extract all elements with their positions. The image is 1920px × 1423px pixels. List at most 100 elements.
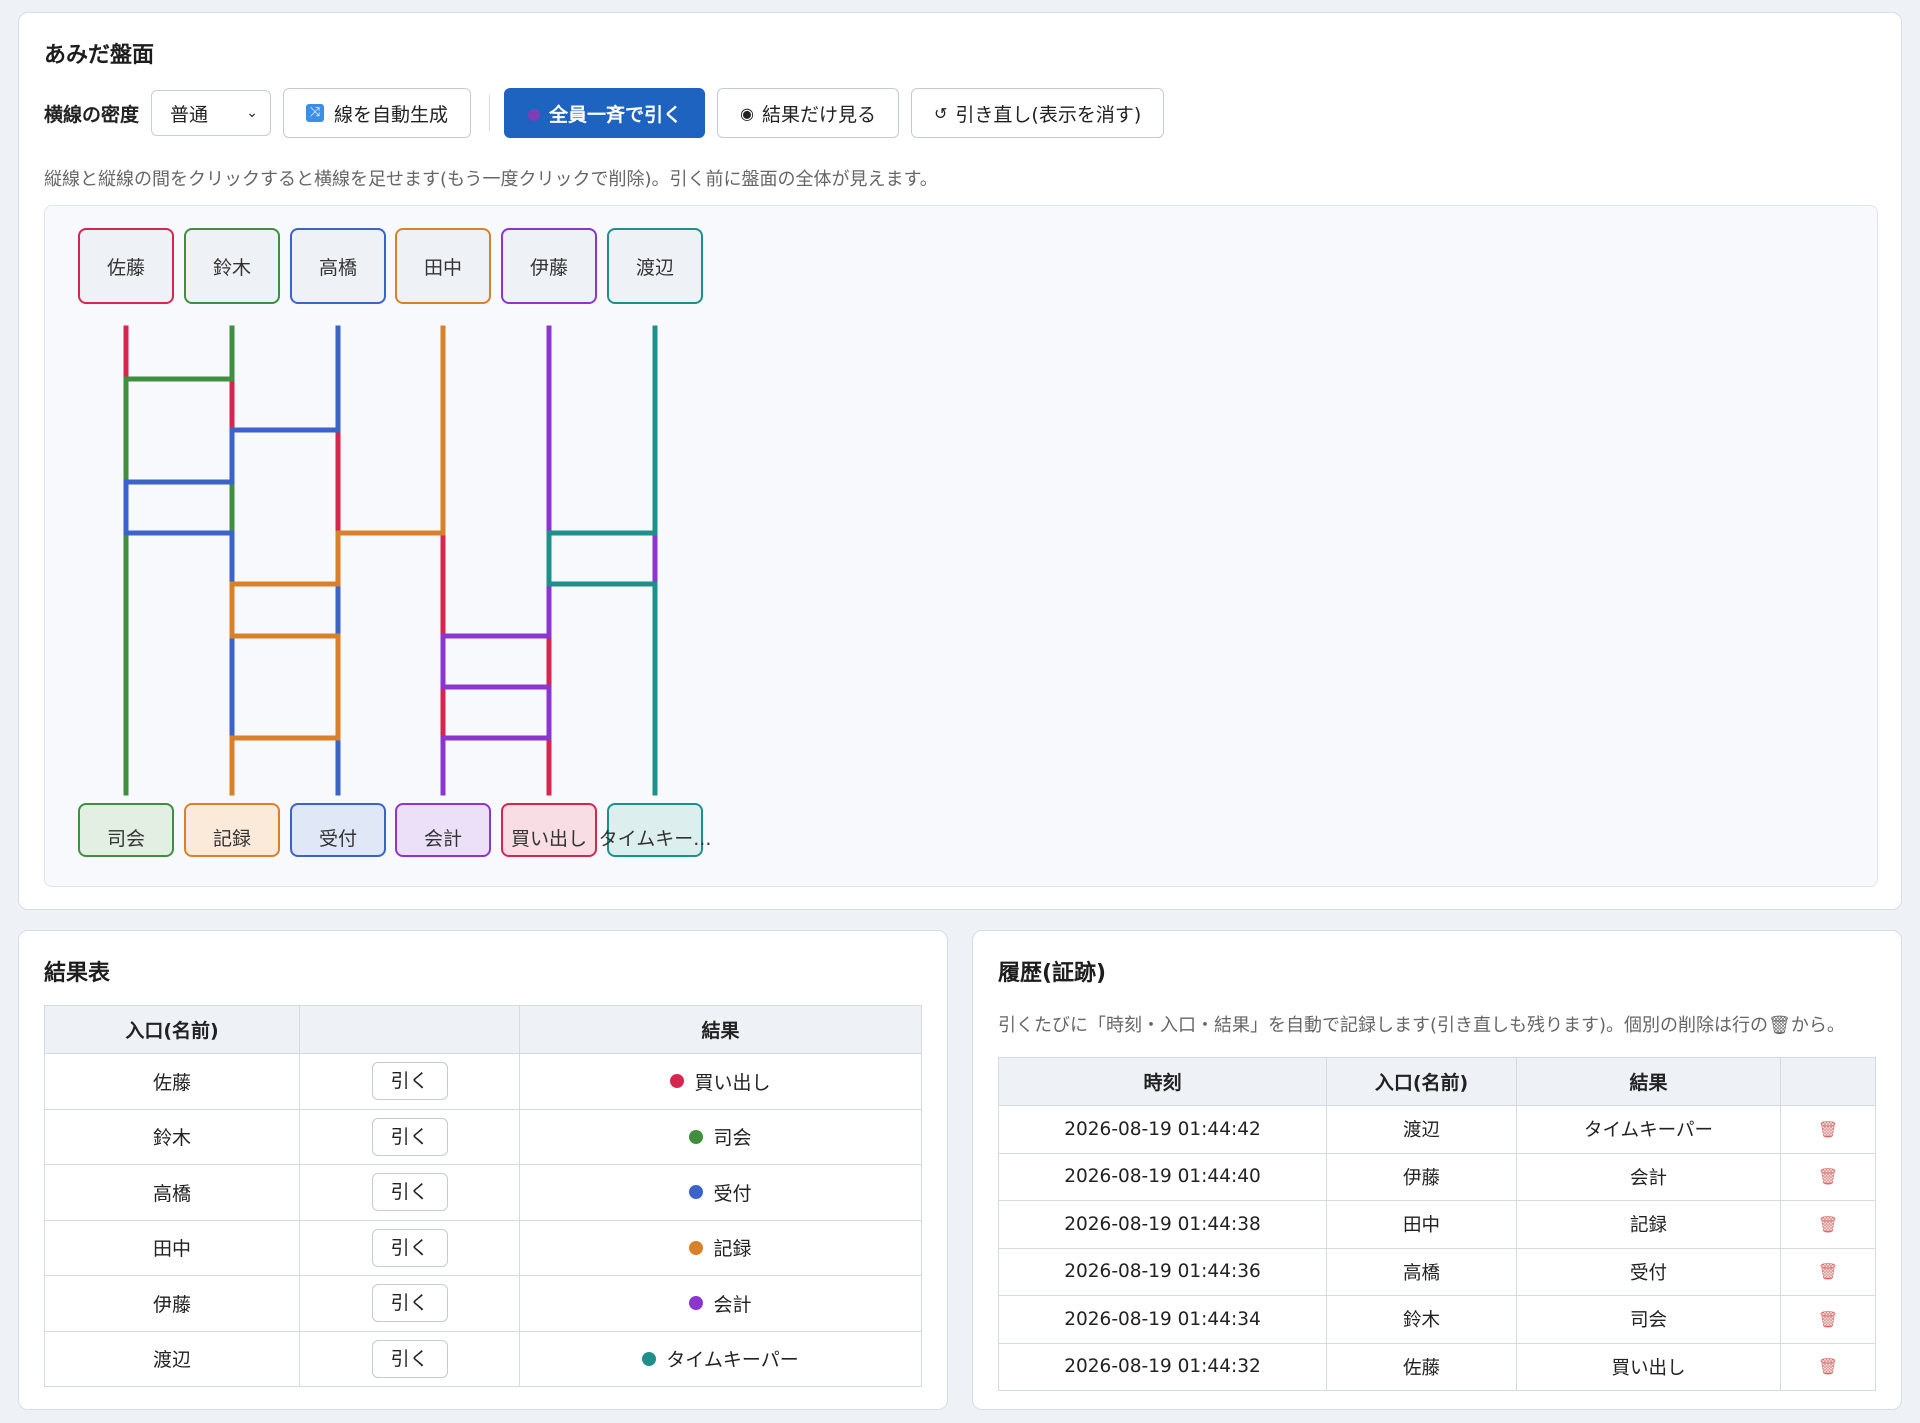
history-card: 履歴(証跡) 引くたびに「時刻・入口・結果」を自動で記録します(引き直しも残りま… bbox=[972, 930, 1902, 1410]
result-row-name: 高橋 bbox=[44, 1164, 300, 1221]
result-row-result: 受付 bbox=[519, 1164, 922, 1221]
chevron-down-icon: ⌄ bbox=[246, 105, 259, 121]
result-row-action: 引く bbox=[299, 1164, 520, 1221]
toolbar-divider bbox=[489, 95, 491, 131]
trash-icon[interactable]: 🗑 bbox=[1818, 1167, 1838, 1186]
density-label: 横線の密度 bbox=[44, 103, 140, 126]
result-row-result: 会計 bbox=[519, 1275, 922, 1332]
trash-icon[interactable]: 🗑 bbox=[1818, 1310, 1838, 1329]
result-header-result: 結果 bbox=[519, 1005, 922, 1054]
result-label-box: 受付 bbox=[290, 803, 386, 857]
draw-all-button[interactable]: ● 全員一斉で引く bbox=[504, 88, 706, 138]
history-row-actions: 🗑 bbox=[1780, 1247, 1876, 1296]
result-row-name: 鈴木 bbox=[44, 1108, 300, 1165]
amida-board[interactable]: 佐藤 鈴木 高橋 田中 伊藤 渡辺司会 記録 受付 会計 買い出し タイムキー... bbox=[44, 205, 1878, 887]
result-color-dot bbox=[689, 1240, 704, 1255]
result-label-box: 買い出し bbox=[501, 803, 597, 857]
trash-icon[interactable]: 🗑 bbox=[1818, 1120, 1838, 1139]
draw-button[interactable]: 引く bbox=[371, 1228, 448, 1267]
history-row-result: 司会 bbox=[1516, 1295, 1781, 1344]
result-row-name: 伊藤 bbox=[44, 1275, 300, 1332]
show-results-button[interactable]: ◉ 結果だけ見る bbox=[717, 88, 899, 138]
history-row-name: 高橋 bbox=[1326, 1247, 1517, 1296]
result-header-action bbox=[299, 1005, 520, 1054]
history-row-result: 買い出し bbox=[1516, 1342, 1781, 1391]
board-hint: 縦線と縦線の間をクリックすると横線を足せます(もう一度クリックで削除)。引く前に… bbox=[44, 169, 938, 190]
history-row-name: 佐藤 bbox=[1326, 1342, 1517, 1391]
draw-button[interactable]: 引く bbox=[371, 1173, 448, 1212]
history-row-actions: 🗑 bbox=[1780, 1342, 1876, 1391]
history-row-time: 2026-08-19 01:44:32 bbox=[998, 1342, 1327, 1391]
result-row-result-label: 受付 bbox=[713, 1182, 752, 1205]
history-row-actions: 🗑 bbox=[1780, 1152, 1876, 1201]
history-row-time: 2026-08-19 01:44:34 bbox=[998, 1295, 1327, 1344]
history-row-result: 受付 bbox=[1516, 1247, 1781, 1296]
density-select-value: 普通 bbox=[170, 103, 209, 126]
participant-name-box[interactable]: 鈴木 bbox=[184, 228, 280, 304]
result-row-name: 渡辺 bbox=[44, 1330, 300, 1387]
result-row-result: 記録 bbox=[519, 1219, 922, 1276]
result-row-name: 田中 bbox=[44, 1219, 300, 1276]
result-label-box: タイムキー... bbox=[599, 803, 711, 857]
result-row: 伊藤 引く 会計 bbox=[44, 1275, 922, 1332]
history-header-result: 結果 bbox=[1516, 1057, 1781, 1106]
result-color-dot bbox=[689, 1185, 704, 1200]
history-row-time: 2026-08-19 01:44:40 bbox=[998, 1152, 1327, 1201]
result-color-dot bbox=[670, 1074, 685, 1089]
reset-label: 引き直し(表示を消す) bbox=[955, 103, 1142, 126]
auto-generate-label: 線を自動生成 bbox=[334, 103, 449, 126]
participant-name-box[interactable]: 伊藤 bbox=[501, 228, 597, 304]
draw-button[interactable]: 引く bbox=[371, 1284, 448, 1323]
history-row-actions: 🗑 bbox=[1780, 1105, 1876, 1154]
result-label-box: 記録 bbox=[184, 803, 280, 857]
reset-button[interactable]: ↺ 引き直し(表示を消す) bbox=[911, 88, 1165, 138]
history-row-time: 2026-08-19 01:44:42 bbox=[998, 1105, 1327, 1154]
history-header-name: 入口(名前) bbox=[1326, 1057, 1517, 1106]
history-row: 2026-08-19 01:44:36 高橋 受付 🗑 bbox=[998, 1247, 1876, 1296]
amida-lines[interactable] bbox=[45, 206, 1879, 888]
result-row: 田中 引く 記録 bbox=[44, 1219, 922, 1276]
result-row-action: 引く bbox=[299, 1108, 520, 1165]
history-row: 2026-08-19 01:44:32 佐藤 買い出し 🗑 bbox=[998, 1342, 1876, 1391]
result-label-box: 司会 bbox=[78, 803, 174, 857]
history-row-actions: 🗑 bbox=[1780, 1295, 1876, 1344]
participant-name-box[interactable]: 田中 bbox=[395, 228, 491, 304]
draw-button[interactable]: 引く bbox=[371, 1339, 448, 1378]
history-row-name: 田中 bbox=[1326, 1200, 1517, 1249]
history-row-name: 鈴木 bbox=[1326, 1295, 1517, 1344]
result-row: 高橋 引く 受付 bbox=[44, 1164, 922, 1221]
trash-icon[interactable]: 🗑 bbox=[1818, 1357, 1838, 1376]
trash-icon[interactable]: 🗑 bbox=[1818, 1215, 1838, 1234]
draw-button[interactable]: 引く bbox=[371, 1117, 448, 1156]
amida-board-card: あみだ盤面 横線の密度 普通 ⌄ ⤨ 線を自動生成 ● 全員一斉で引く ◉ 結果… bbox=[18, 12, 1902, 910]
participant-name-box[interactable]: 高橋 bbox=[290, 228, 386, 304]
result-row-result: 買い出し bbox=[519, 1053, 922, 1110]
draw-all-label: 全員一斉で引く bbox=[549, 103, 683, 126]
result-table: 入口(名前) 結果 佐藤 引く 買い出し 鈴木 引く 司会 高橋 引く 受付 田中 引く 記録 伊藤 引く… bbox=[44, 1005, 922, 1387]
auto-generate-button[interactable]: ⤨ 線を自動生成 bbox=[283, 88, 472, 138]
redo-icon: ↺ bbox=[934, 103, 948, 123]
result-row-result-label: タイムキーパー bbox=[666, 1349, 799, 1372]
draw-button[interactable]: 引く bbox=[371, 1062, 448, 1101]
history-title: 履歴(証跡) bbox=[998, 961, 1107, 986]
density-select[interactable]: 普通 ⌄ bbox=[151, 90, 272, 136]
history-header-actions bbox=[1780, 1057, 1876, 1106]
result-row-result-label: 司会 bbox=[713, 1127, 752, 1150]
result-row-action: 引く bbox=[299, 1330, 520, 1387]
participant-name-box[interactable]: 佐藤 bbox=[78, 228, 174, 304]
result-label-box: 会計 bbox=[395, 803, 491, 857]
result-color-dot bbox=[689, 1296, 704, 1311]
history-row: 2026-08-19 01:44:42 渡辺 タイムキーパー 🗑 bbox=[998, 1105, 1876, 1154]
participant-name-box[interactable]: 渡辺 bbox=[607, 228, 703, 304]
result-row-name: 佐藤 bbox=[44, 1053, 300, 1110]
result-color-dot bbox=[689, 1129, 704, 1144]
trash-icon[interactable]: 🗑 bbox=[1818, 1262, 1838, 1281]
eye-icon: ◉ bbox=[740, 103, 754, 123]
result-row-action: 引く bbox=[299, 1275, 520, 1332]
history-row: 2026-08-19 01:44:40 伊藤 会計 🗑 bbox=[998, 1152, 1876, 1201]
result-row-result-label: 買い出し bbox=[694, 1071, 771, 1094]
result-row: 佐藤 引く 買い出し bbox=[44, 1053, 922, 1110]
history-row-time: 2026-08-19 01:44:38 bbox=[998, 1200, 1327, 1249]
people-icon: ● bbox=[527, 103, 541, 123]
result-row-result: タイムキーパー bbox=[519, 1330, 922, 1387]
